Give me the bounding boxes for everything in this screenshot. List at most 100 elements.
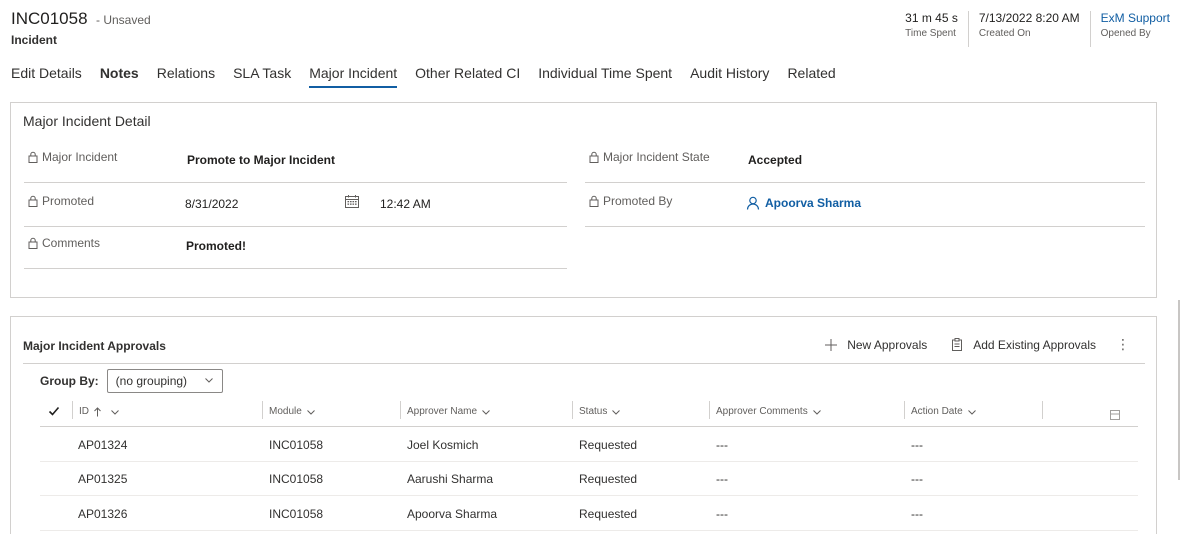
grid-header: ID Module Approver Name Status Approver … [40, 401, 1138, 427]
field-label: Major Incident [28, 150, 117, 164]
cell-module[interactable]: INC01058 [269, 507, 323, 521]
cell-status: Requested [579, 507, 638, 521]
cell-approver-comments: --- [716, 507, 728, 521]
chevron-down-icon [204, 378, 213, 383]
cell-module[interactable]: INC01058 [269, 438, 323, 452]
more-commands-button[interactable]: ⋮ [1116, 336, 1130, 353]
lock-icon [589, 195, 599, 207]
stat-time-spent-value: 31 m 45 s [905, 11, 958, 25]
column-header-label: Approver Name [407, 406, 478, 417]
group-by-control: Group By: (no grouping) [40, 369, 223, 393]
major-incident-value[interactable]: Promote to Major Incident [187, 153, 335, 167]
section-title: Major Incident Detail [23, 113, 151, 129]
lock-icon [28, 237, 38, 249]
group-by-select[interactable]: (no grouping) [106, 369, 223, 393]
tab-edit-details[interactable]: Edit Details [11, 65, 82, 86]
comments-value[interactable]: Promoted! [186, 239, 246, 253]
stat-opened-by[interactable]: ExM Support Opened By [1089, 11, 1180, 47]
cell-status: Requested [579, 438, 638, 452]
column-header-module[interactable]: Module [269, 406, 316, 417]
lock-icon [28, 195, 38, 207]
column-header-label: Action Date [911, 406, 963, 417]
field-major-incident: Major Incident Promote to Major Incident [24, 141, 567, 183]
column-divider [400, 401, 401, 419]
cell-module[interactable]: INC01058 [269, 472, 323, 486]
cell-action-date: --- [911, 438, 923, 452]
cell-status: Requested [579, 472, 638, 486]
group-by-value: (no grouping) [115, 374, 188, 388]
cell-approver-name: Apoorva Sharma [407, 507, 498, 521]
major-incident-state-value[interactable]: Accepted [748, 153, 802, 167]
cell-approver-comments: --- [716, 472, 728, 486]
column-header-id[interactable]: ID [79, 406, 120, 417]
divider [23, 363, 1145, 364]
cell-id[interactable]: AP01326 [78, 507, 127, 521]
table-row[interactable]: AP01326 INC01058 Apoorva Sharma Requeste… [40, 497, 1138, 531]
cell-action-date: --- [911, 472, 923, 486]
major-incident-detail-section: Major Incident Detail Major Incident Pro… [10, 102, 1157, 298]
column-header-label: Approver Comments [716, 406, 808, 417]
column-divider [904, 401, 905, 419]
promoted-label: Promoted [42, 194, 95, 208]
promoted-by-label: Promoted By [603, 194, 673, 208]
comments-label: Comments [42, 236, 101, 250]
table-row[interactable]: AP01325 INC01058 Aarushi Sharma Requeste… [40, 462, 1138, 496]
tab-individual-time-spent[interactable]: Individual Time Spent [538, 65, 672, 86]
add-existing-approvals-button[interactable]: Add Existing Approvals [951, 338, 1096, 352]
chevron-down-icon [812, 409, 821, 415]
stat-time-spent-label: Time Spent [905, 28, 956, 39]
field-label: Promoted By [589, 194, 672, 208]
cell-id[interactable]: AP01324 [78, 438, 127, 452]
column-header-status[interactable]: Status [579, 406, 621, 417]
field-major-incident-state: Major Incident State Accepted [585, 141, 1145, 183]
field-label: Comments [28, 236, 100, 250]
subgrid-command-bar: New Approvals Add Existing Approvals ⋮ [801, 336, 1130, 353]
field-promoted: Promoted 8/31/2022 12:42 AM [24, 185, 567, 227]
cell-approver-name: Joel Kosmich [407, 438, 479, 452]
group-by-label: Group By: [40, 374, 99, 388]
promoted-date-input[interactable]: 8/31/2022 [185, 197, 238, 211]
tab-notes[interactable]: Notes [100, 65, 139, 86]
tab-relations[interactable]: Relations [157, 65, 215, 86]
table-row[interactable]: AP01324 INC01058 Joel Kosmich Requested … [40, 428, 1138, 462]
record-unsaved-state: - Unsaved [96, 13, 151, 27]
column-divider [572, 401, 573, 419]
column-divider [709, 401, 710, 419]
column-header-approver-name[interactable]: Approver Name [407, 406, 491, 417]
tab-audit-history[interactable]: Audit History [690, 65, 769, 86]
tab-major-incident[interactable]: Major Incident [309, 65, 397, 88]
tab-sla-task[interactable]: SLA Task [233, 65, 291, 86]
subgrid-title: Major Incident Approvals [23, 339, 166, 353]
column-header-label: ID [79, 406, 89, 417]
field-promoted-by: Promoted By Apoorva Sharma [585, 185, 1145, 227]
select-all-checkmark-icon[interactable] [48, 405, 60, 417]
new-approvals-button[interactable]: New Approvals [825, 338, 927, 352]
chevron-down-icon [612, 409, 621, 415]
lock-icon [28, 151, 38, 163]
tab-other-related-ci[interactable]: Other Related CI [415, 65, 520, 86]
major-incident-approvals-section: Major Incident Approvals New Approvals A… [10, 316, 1157, 534]
column-header-approver-comments[interactable]: Approver Comments [716, 406, 822, 417]
major-incident-state-label: Major Incident State [603, 150, 710, 164]
column-header-action-date[interactable]: Action Date [911, 406, 977, 417]
promoted-time-input[interactable]: 12:42 AM [380, 197, 431, 211]
chevron-down-icon [111, 409, 119, 415]
cell-id[interactable]: AP01325 [78, 472, 127, 486]
stat-created-on: 7/13/2022 8:20 AM Created On [967, 11, 1090, 47]
column-divider [1042, 401, 1043, 419]
stat-opened-by-link[interactable]: ExM Support [1101, 11, 1170, 25]
tab-bar: Edit Details Notes Relations SLA Task Ma… [11, 65, 854, 88]
clipboard-icon [952, 338, 963, 351]
field-label: Major Incident State [589, 150, 710, 164]
column-edit-icon[interactable] [1110, 410, 1120, 420]
stat-created-on-label: Created On [978, 28, 1031, 39]
tab-related[interactable]: Related [787, 65, 835, 86]
promoted-by-value[interactable]: Apoorva Sharma [765, 196, 861, 210]
header-stats: 31 m 45 s Time Spent 7/13/2022 8:20 AM C… [895, 11, 1180, 47]
major-incident-label: Major Incident [42, 150, 118, 164]
cell-approver-comments: --- [716, 438, 728, 452]
promoted-by-link[interactable]: Apoorva Sharma [746, 196, 861, 210]
record-type: Incident [11, 33, 58, 47]
calendar-icon[interactable] [345, 195, 359, 208]
record-header: INC01058 - Unsaved Incident [11, 9, 151, 47]
